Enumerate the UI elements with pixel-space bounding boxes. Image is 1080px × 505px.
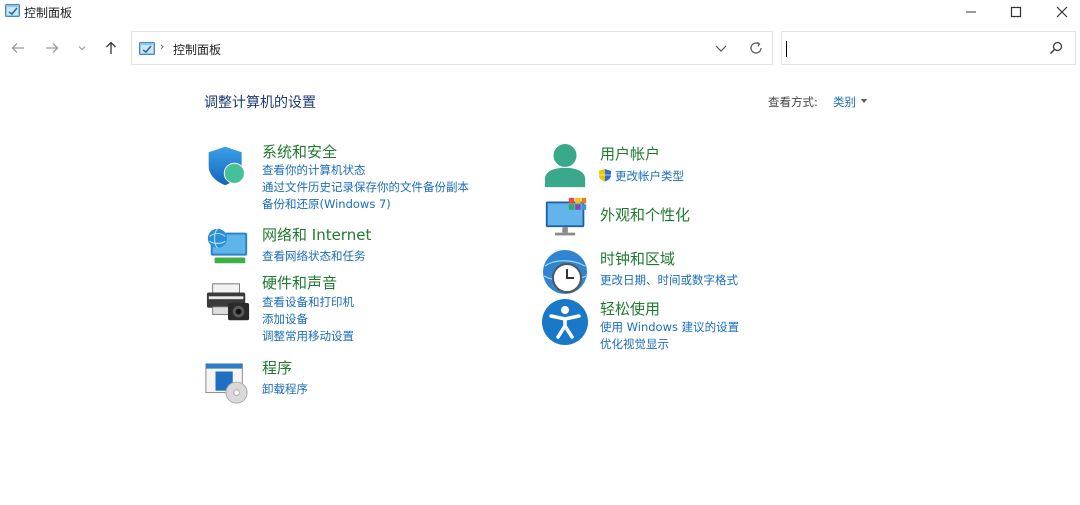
category-title[interactable]: 系统和安全 [262,141,337,162]
minimize-button[interactable] [948,0,994,24]
link-file-history[interactable]: 通过文件历史记录保存你的文件备份副本 [262,179,469,195]
breadcrumb-separator: › [160,40,165,53]
link-optimize-visual-display[interactable]: 优化视觉显示 [600,336,669,352]
category-title[interactable]: 网络和 Internet [262,224,371,245]
maximize-button[interactable] [993,0,1039,24]
category-title[interactable]: 用户帐户 [600,143,660,164]
search-input[interactable] [785,35,1040,61]
breadcrumb-control-panel[interactable]: 控制面板 [173,41,221,58]
category-hardware-sound: 硬件和声音 查看设备和打印机 添加设备 调整常用移动设置 [205,274,505,344]
category-ease-of-access: 轻松使用 使用 Windows 建议的设置 优化视觉显示 [541,298,843,352]
window-title: 控制面板 [24,6,73,20]
user-icon[interactable] [543,142,589,190]
page-title: 调整计算机的设置 [204,95,316,111]
maximize-icon [1010,6,1022,18]
close-icon [1056,6,1068,18]
recent-locations-button[interactable] [70,36,94,60]
forward-button[interactable] [40,36,64,60]
category-title[interactable]: 外观和个性化 [600,204,690,225]
chevron-down-icon [78,46,86,51]
link-add-device[interactable]: 添加设备 [262,311,308,327]
search-box[interactable] [781,31,1076,65]
control-panel-icon [5,4,20,17]
link-date-time-format[interactable]: 更改日期、时间或数字格式 [600,272,738,288]
link-recommended-settings[interactable]: 使用 Windows 建议的设置 [600,319,739,335]
arrow-up-icon [106,41,116,54]
up-button[interactable] [99,36,123,60]
link-change-account-type[interactable]: 更改帐户类型 [615,168,684,184]
title-bar: 控制面板 [0,0,1080,24]
link-devices-printers[interactable]: 查看设备和打印机 [262,294,354,310]
chevron-down-icon[interactable] [714,41,728,55]
category-title[interactable]: 时钟和区域 [600,248,675,269]
view-by-dropdown[interactable]: 类别 [833,94,856,110]
shield-icon[interactable] [205,144,249,188]
uac-shield-icon [599,169,611,182]
printer-icon[interactable] [205,280,251,326]
link-mobility-settings[interactable]: 调整常用移动设置 [262,328,354,344]
refresh-icon[interactable] [748,40,764,56]
address-bar[interactable]: › 控制面板 [131,31,773,65]
text-caret [786,41,787,57]
category-appearance: 外观和个性化 [543,196,843,240]
back-button[interactable] [6,36,30,60]
programs-icon[interactable] [203,360,251,406]
link-view-computer-status[interactable]: 查看你的计算机状态 [262,162,366,178]
link-network-status[interactable]: 查看网络状态和任务 [262,248,366,264]
category-programs: 程序 卸载程序 [205,357,505,404]
dropdown-arrow-icon[interactable] [861,99,867,103]
search-icon[interactable] [1049,41,1063,55]
category-title[interactable]: 轻松使用 [600,298,660,319]
network-globe-icon[interactable] [205,223,251,269]
accessibility-icon[interactable] [541,298,589,346]
category-user-accounts: 用户帐户 更改帐户类型 [543,143,843,193]
category-title[interactable]: 硬件和声音 [262,272,337,293]
category-clock-region: 时钟和区域 更改日期、时间或数字格式 [543,248,843,298]
close-button[interactable] [1039,0,1080,24]
view-by-label: 查看方式: [768,95,818,109]
personalization-icon[interactable] [543,196,589,240]
link-uninstall-program[interactable]: 卸载程序 [262,381,308,397]
arrow-left-icon [11,43,24,53]
category-title[interactable]: 程序 [262,357,292,378]
arrow-right-icon [46,43,59,53]
link-backup-restore[interactable]: 备份和还原(Windows 7) [262,196,391,212]
minimize-icon [966,11,976,13]
category-system-security: 系统和安全 查看你的计算机状态 通过文件历史记录保存你的文件备份副本 备份和还原… [205,143,505,213]
clock-globe-icon[interactable] [541,248,589,296]
control-panel-icon [139,42,155,55]
category-network-internet: 网络和 Internet 查看网络状态和任务 [205,226,505,270]
